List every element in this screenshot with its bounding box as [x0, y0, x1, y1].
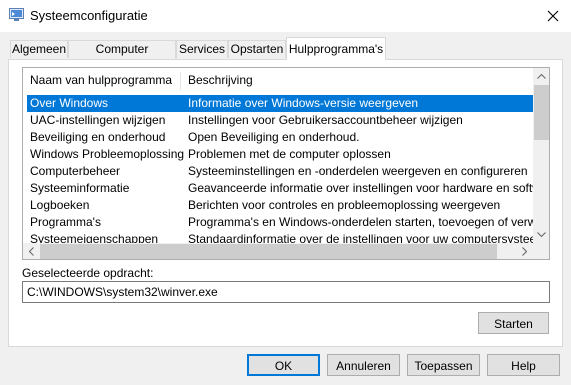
list-item[interactable]: Logboeken Berichten voor controles en pr…	[27, 197, 533, 214]
horizontal-scroll-thumb[interactable]	[40, 244, 497, 259]
list-item-description: Systeeminstellingen en -onderdelen weerg…	[188, 164, 528, 178]
list-item[interactable]: Computerbeheer Systeeminstellingen en -o…	[27, 163, 533, 180]
list-item-name: Beveiliging en onderhoud	[30, 130, 166, 144]
list-item-description: Open Beveiliging en onderhoud.	[188, 130, 360, 144]
list-item-description: Informatie over Windows-versie weergeven	[188, 96, 419, 110]
window-title: Systeemconfiguratie	[30, 8, 148, 23]
list-item[interactable]: Windows Probleemoplossing Problemen met …	[27, 146, 533, 163]
list-item-name: Logboeken	[30, 198, 90, 212]
list-item[interactable]: Programma's Programma's en Windows-onder…	[27, 214, 533, 231]
tab-algemeen[interactable]: Algemeen	[10, 40, 68, 58]
selected-command-field[interactable]	[22, 281, 550, 303]
list-item-name: Over Windows	[30, 96, 109, 110]
list-item[interactable]: Over Windows Informatie over Windows-ver…	[27, 95, 533, 112]
list-item-name: UAC-instellingen wijzigen	[30, 113, 166, 127]
apply-button[interactable]: Toepassen	[407, 354, 480, 376]
list-item-name: Programma's	[30, 215, 101, 229]
scroll-down-icon[interactable]	[533, 226, 549, 243]
list-item[interactable]: Beveiliging en onderhoud Open Beveiligin…	[27, 129, 533, 146]
scrollbar-corner	[533, 243, 549, 259]
vertical-scroll-thumb[interactable]	[534, 85, 549, 140]
list-item[interactable]: Systeeminformatie Geavanceerde informati…	[27, 180, 533, 197]
list-item-name: Systeemeigenschappen	[30, 232, 159, 243]
scroll-up-icon[interactable]	[533, 68, 549, 85]
list-item-name: Windows Probleemoplossing	[30, 147, 185, 161]
list-item-name: Systeeminformatie	[30, 181, 130, 195]
list-item[interactable]: UAC-instellingen wijzigen Instellingen v…	[27, 112, 533, 129]
list-item-description: Geavanceerde informatie over instellinge…	[188, 181, 533, 195]
list-item-description: Standaardinformatie over de instellingen…	[188, 232, 533, 243]
scroll-left-icon[interactable]	[23, 243, 40, 259]
launch-button[interactable]: Starten	[478, 312, 549, 334]
cancel-button[interactable]: Annuleren	[327, 354, 400, 376]
ok-button[interactable]: OK	[247, 354, 320, 376]
list-item-description: Instellingen voor Gebruikersaccountbehee…	[188, 113, 463, 127]
msconfig-icon	[9, 8, 24, 22]
column-header-name[interactable]: Naam van hulpprogramma	[23, 68, 179, 93]
list-item[interactable]: Systeemeigenschappen Standaardinformatie…	[27, 231, 533, 243]
list-item-description: Berichten voor controles en probleemoplo…	[188, 198, 501, 212]
help-button[interactable]: Help	[487, 354, 560, 376]
tab-opstarten[interactable]: Opstarten	[228, 40, 286, 58]
horizontal-scrollbar[interactable]	[23, 243, 533, 259]
list-item-name: Computerbeheer	[30, 164, 121, 178]
list-item-description: Problemen met de computer oplossen	[188, 147, 391, 161]
list-item-description: Programma's en Windows-onderdelen starte…	[188, 215, 533, 229]
column-header-description[interactable]: Beschrijving	[181, 68, 531, 93]
tab-computer-opstarten[interactable]: Computer opstarten	[68, 40, 176, 73]
tools-list[interactable]: Naam van hulpprogramma Beschrijving Over…	[22, 67, 550, 260]
tab-hulpprogrammas[interactable]: Hulpprogramma's	[286, 37, 386, 60]
scroll-right-icon[interactable]	[516, 243, 533, 259]
close-button[interactable]	[538, 2, 568, 30]
selected-command-label: Geselecteerde opdracht:	[22, 266, 154, 280]
close-icon	[547, 10, 559, 22]
vertical-scrollbar[interactable]	[533, 68, 549, 243]
tab-services[interactable]: Services	[176, 40, 228, 58]
